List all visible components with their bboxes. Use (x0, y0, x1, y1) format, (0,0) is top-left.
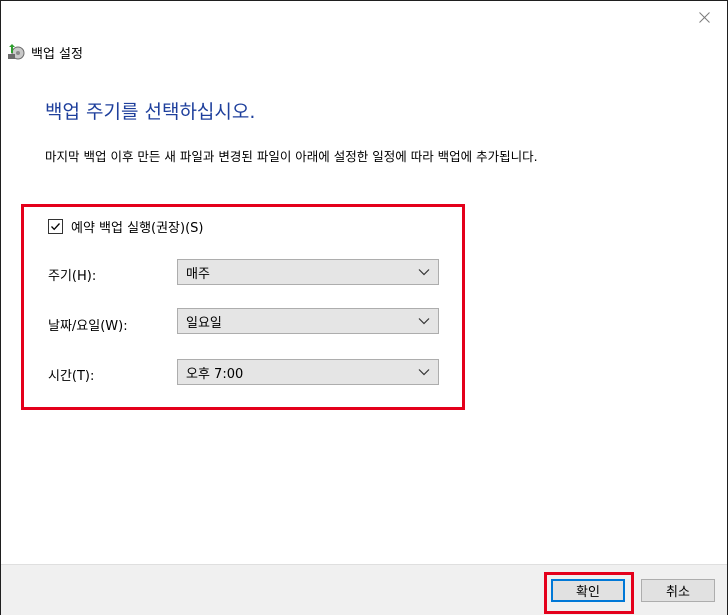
ok-button[interactable]: 확인 (551, 579, 625, 602)
day-value: 일요일 (186, 315, 222, 331)
run-scheduled-option[interactable]: 예약 백업 실행(권장)(S) (48, 217, 203, 236)
close-button[interactable] (681, 1, 727, 33)
checkmark-icon (51, 223, 60, 231)
schedule-settings-group: 예약 백업 실행(권장)(S) 주기(H): 매주 날짜/요일(W): 일요일 … (21, 204, 465, 410)
chevron-down-icon (418, 269, 430, 276)
frequency-label: 주기(H): (48, 269, 97, 284)
window-title: 백업 설정 (31, 46, 83, 62)
frequency-value: 매주 (186, 266, 210, 282)
title-bar (1, 1, 727, 33)
chevron-down-icon (418, 318, 430, 325)
window-header: 백업 설정 (7, 41, 83, 63)
page-heading: 백업 주기를 선택하십시오. (45, 101, 256, 123)
frequency-select[interactable]: 매주 (177, 259, 439, 285)
backup-settings-window: 백업 설정 백업 주기를 선택하십시오. 마지막 백업 이후 만든 새 파일과 … (0, 0, 728, 615)
time-label: 시간(T): (48, 369, 95, 384)
cancel-button[interactable]: 취소 (641, 579, 715, 602)
day-label: 날짜/요일(W): (48, 319, 128, 334)
backup-icon (8, 44, 25, 60)
run-scheduled-checkbox[interactable] (48, 219, 63, 234)
time-value: 오후 7:00 (186, 366, 244, 382)
chevron-down-icon (418, 369, 430, 376)
day-select[interactable]: 일요일 (177, 308, 439, 334)
page-description: 마지막 백업 이후 만든 새 파일과 변경된 파일이 아래에 설정한 일정에 따… (45, 149, 538, 164)
time-select[interactable]: 오후 7:00 (177, 359, 439, 385)
run-scheduled-label: 예약 백업 실행(권장)(S) (71, 221, 204, 236)
close-icon (698, 11, 710, 23)
